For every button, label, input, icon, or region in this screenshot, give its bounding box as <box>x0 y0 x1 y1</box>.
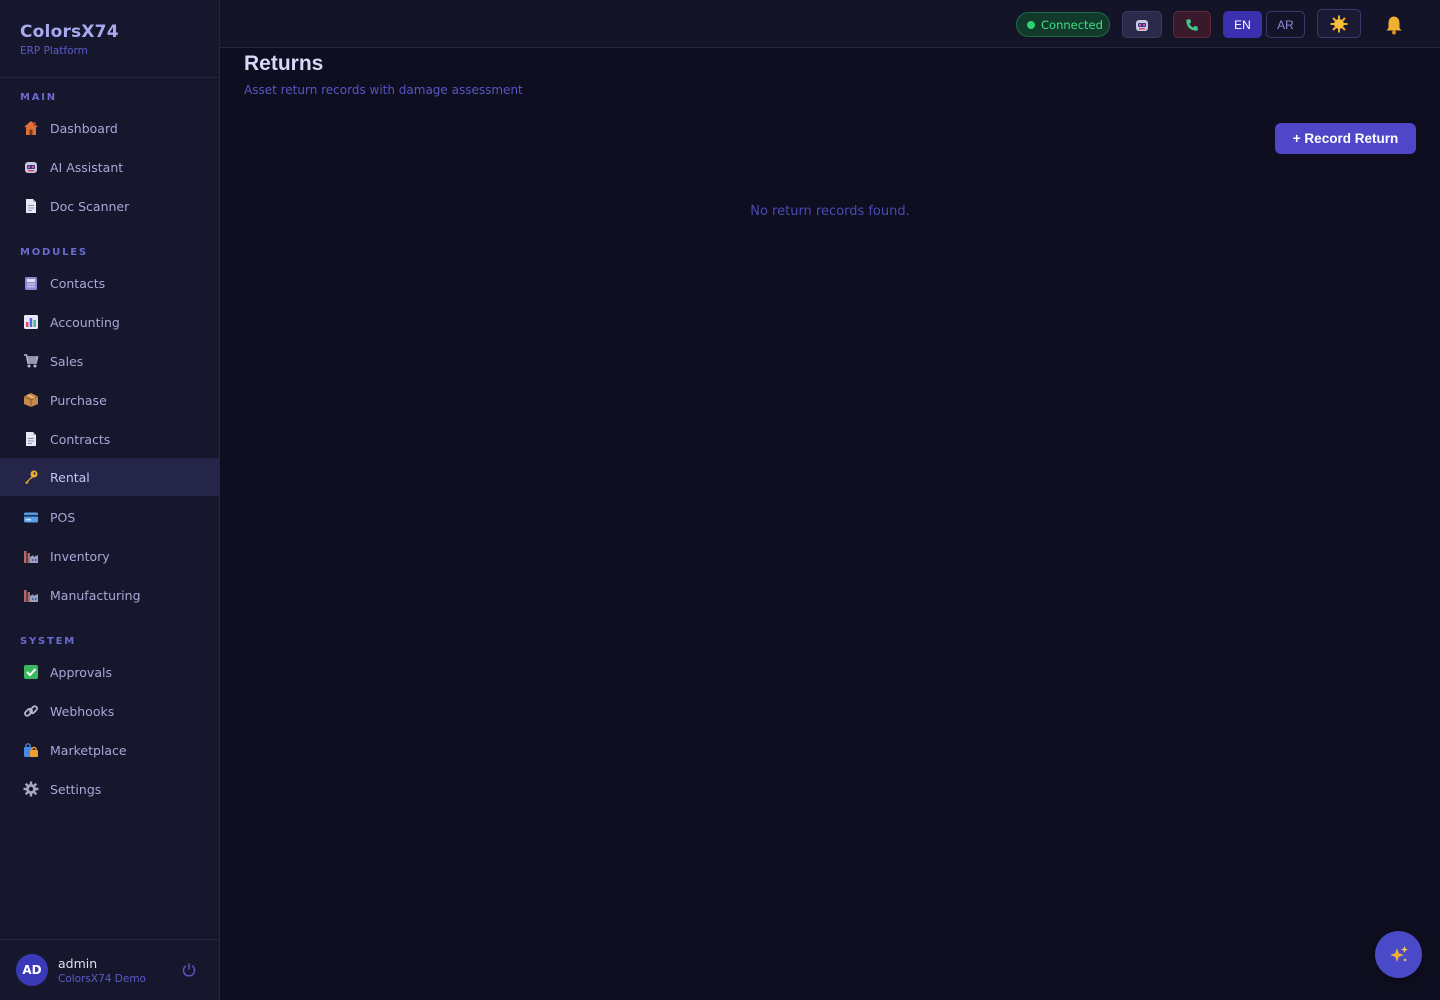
ai-assistant-button[interactable] <box>1122 11 1162 38</box>
bar-chart-icon <box>22 313 40 331</box>
sidebar-item-settings[interactable]: Settings <box>0 770 219 808</box>
sidebar-item-label: Rental <box>50 469 90 485</box>
sparkles-icon <box>1389 945 1408 962</box>
key-icon <box>22 468 40 486</box>
user-info: admin ColorsX74 Demo <box>58 956 146 985</box>
sidebar-item-label: Doc Scanner <box>50 198 130 214</box>
sidebar-item-label: Purchase <box>50 392 107 408</box>
sidebar-item-rental[interactable]: Rental <box>0 458 219 496</box>
robot-icon <box>22 158 40 176</box>
sidebar-item-doc-scanner[interactable]: Doc Scanner <box>0 187 219 225</box>
sidebar-item-contracts[interactable]: Contracts <box>0 420 219 458</box>
phone-icon <box>1186 18 1198 31</box>
main-content: Returns Asset return records with damage… <box>220 48 1440 1000</box>
contacts-icon <box>22 274 40 292</box>
sidebar-item-ai-assistant[interactable]: AI Assistant <box>0 148 219 186</box>
sidebar-item-pos[interactable]: POS <box>0 498 219 536</box>
document-icon <box>22 430 40 448</box>
sidebar-item-label: Contacts <box>50 275 106 291</box>
connection-status-badge[interactable]: Connected <box>1016 12 1110 37</box>
sidebar-item-label: Manufacturing <box>50 587 141 603</box>
avatar[interactable]: AD <box>16 954 48 986</box>
connection-status-text: Connected <box>1041 17 1103 32</box>
call-button[interactable] <box>1173 11 1211 38</box>
sun-icon <box>1330 15 1348 32</box>
sidebar-item-accounting[interactable]: Accounting <box>0 303 219 341</box>
sidebar-item-dashboard[interactable]: Dashboard <box>0 109 219 147</box>
ai-sparkle-button[interactable] <box>1375 931 1422 978</box>
sidebar-item-approvals[interactable]: Approvals <box>0 653 219 691</box>
sidebar-item-sales[interactable]: Sales <box>0 342 219 380</box>
sidebar-item-label: Approvals <box>50 664 112 680</box>
shopping-bags-icon <box>22 741 40 759</box>
factory-icon <box>22 586 40 604</box>
record-return-button[interactable]: + Record Return <box>1275 123 1416 154</box>
sidebar-item-label: Sales <box>50 353 84 369</box>
brand-subtitle: ERP Platform <box>20 45 88 57</box>
sidebar-item-label: Webhooks <box>50 703 115 719</box>
house-icon <box>22 119 40 137</box>
brand: ColorsX74 ERP Platform <box>0 0 219 78</box>
brand-title: ColorsX74 <box>20 22 119 42</box>
user-org: ColorsX74 Demo <box>58 972 146 985</box>
section-label-modules: MODULES <box>20 247 88 258</box>
factory-icon <box>22 547 40 565</box>
page-title: Returns <box>244 52 324 75</box>
bell-icon <box>1386 16 1402 34</box>
cart-icon <box>22 352 40 370</box>
empty-state-message: No return records found. <box>750 204 910 219</box>
lang-ar-button[interactable]: AR <box>1266 11 1305 38</box>
logout-button[interactable] <box>181 962 199 980</box>
robot-icon <box>1136 19 1148 31</box>
sidebar-item-label: Settings <box>50 781 102 797</box>
sidebar-item-label: Inventory <box>50 548 110 564</box>
sidebar-item-label: AI Assistant <box>50 159 124 175</box>
sidebar-item-label: Marketplace <box>50 742 127 758</box>
lang-en-button[interactable]: EN <box>1223 11 1262 38</box>
sidebar: ColorsX74 ERP Platform MAIN Dashboard AI… <box>0 0 220 1000</box>
sidebar-item-marketplace[interactable]: Marketplace <box>0 731 219 769</box>
sidebar-item-label: Accounting <box>50 314 120 330</box>
power-icon <box>182 963 196 977</box>
link-icon <box>22 702 40 720</box>
document-icon <box>22 197 40 215</box>
sidebar-item-webhooks[interactable]: Webhooks <box>0 692 219 730</box>
check-box-icon <box>22 663 40 681</box>
user-panel: AD admin ColorsX74 Demo <box>0 939 219 1000</box>
topbar: Connected EN AR <box>220 0 1440 48</box>
sidebar-item-label: Dashboard <box>50 120 118 136</box>
gear-icon <box>22 780 40 798</box>
sidebar-item-manufacturing[interactable]: Manufacturing <box>0 576 219 614</box>
theme-toggle-button[interactable] <box>1317 9 1361 38</box>
package-icon <box>22 391 40 409</box>
status-dot-icon <box>1027 20 1035 29</box>
sidebar-item-purchase[interactable]: Purchase <box>0 381 219 419</box>
page-subtitle: Asset return records with damage assessm… <box>244 83 523 97</box>
section-label-main: MAIN <box>20 92 57 103</box>
sidebar-item-contacts[interactable]: Contacts <box>0 264 219 302</box>
notifications-button[interactable] <box>1382 11 1406 38</box>
sidebar-item-inventory[interactable]: Inventory <box>0 537 219 575</box>
sidebar-item-label: Contracts <box>50 431 111 447</box>
credit-card-icon <box>22 508 40 526</box>
section-label-system: SYSTEM <box>20 636 77 647</box>
sidebar-item-label: POS <box>50 509 76 525</box>
user-name: admin <box>58 955 98 971</box>
